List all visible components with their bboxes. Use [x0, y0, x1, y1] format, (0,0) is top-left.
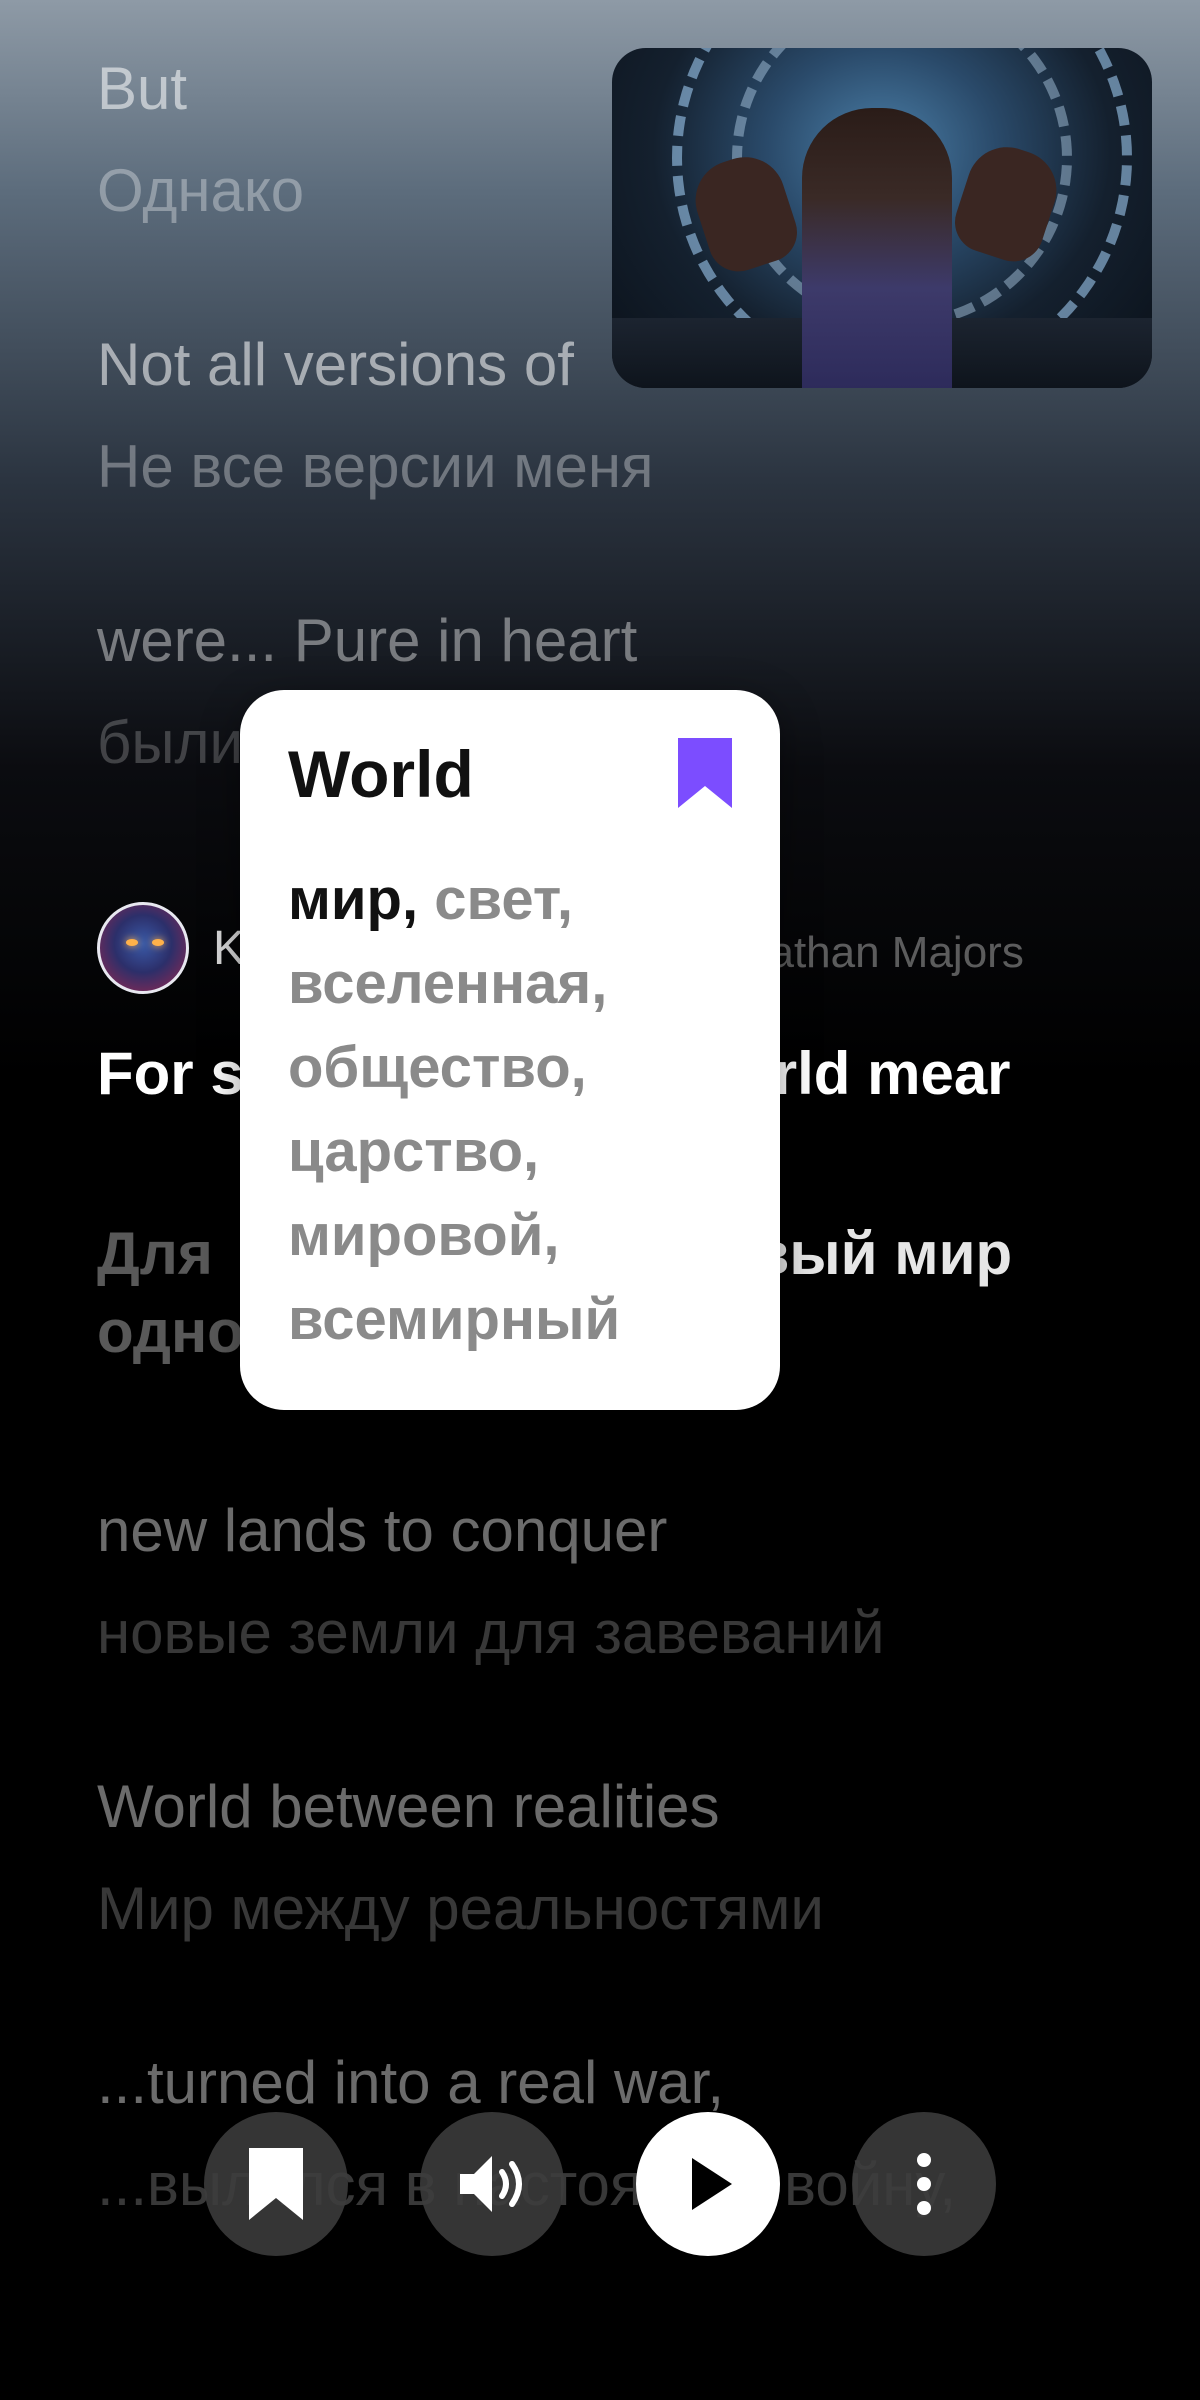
other-translations: свет, вселенная, общество, царство, миро…: [288, 867, 621, 1352]
popup-word: World: [288, 737, 474, 811]
bookmark-icon: [249, 2148, 303, 2220]
play-button[interactable]: [636, 2112, 780, 2256]
video-person: [802, 108, 952, 388]
translation-popup: World мир, свет, вселенная, общество, ца…: [240, 690, 780, 1410]
lyric-line-ru: новые земли для завеваний: [97, 1599, 885, 1666]
bookmark-button[interactable]: [204, 2112, 348, 2256]
lyric-line-en[interactable]: But: [97, 50, 187, 128]
player-controls: [0, 2112, 1200, 2256]
lyric-line-ru: Не все версии меня: [97, 433, 654, 500]
lyric-line-ru: Однако: [97, 157, 305, 224]
bookmark-icon[interactable]: [678, 738, 732, 808]
lyric-line-en[interactable]: ...turned into a real war,: [97, 2044, 724, 2122]
speaker-actor: nathan Majors: [745, 928, 1024, 977]
popup-translations: мир, свет, вселенная, общество, царство,…: [288, 858, 748, 1362]
primary-translation: мир,: [288, 867, 419, 932]
lyric-line-en[interactable]: Not all versions of: [97, 326, 574, 404]
more-vertical-icon: [917, 2153, 931, 2215]
video-thumbnail[interactable]: [612, 48, 1152, 388]
more-button[interactable]: [852, 2112, 996, 2256]
speaker-avatar[interactable]: [97, 902, 189, 994]
play-icon: [692, 2158, 732, 2210]
lyric-line-en[interactable]: new lands to conquer: [97, 1492, 667, 1570]
speaker-icon: [460, 2156, 522, 2212]
lyric-line-en[interactable]: were... Pure in heart: [97, 602, 637, 680]
lyric-line-en[interactable]: World between realities: [97, 1768, 720, 1846]
lyric-line-ru: Мир между реальностями: [97, 1875, 824, 1942]
speaker-row[interactable]: K: [97, 900, 245, 996]
audio-button[interactable]: [420, 2112, 564, 2256]
